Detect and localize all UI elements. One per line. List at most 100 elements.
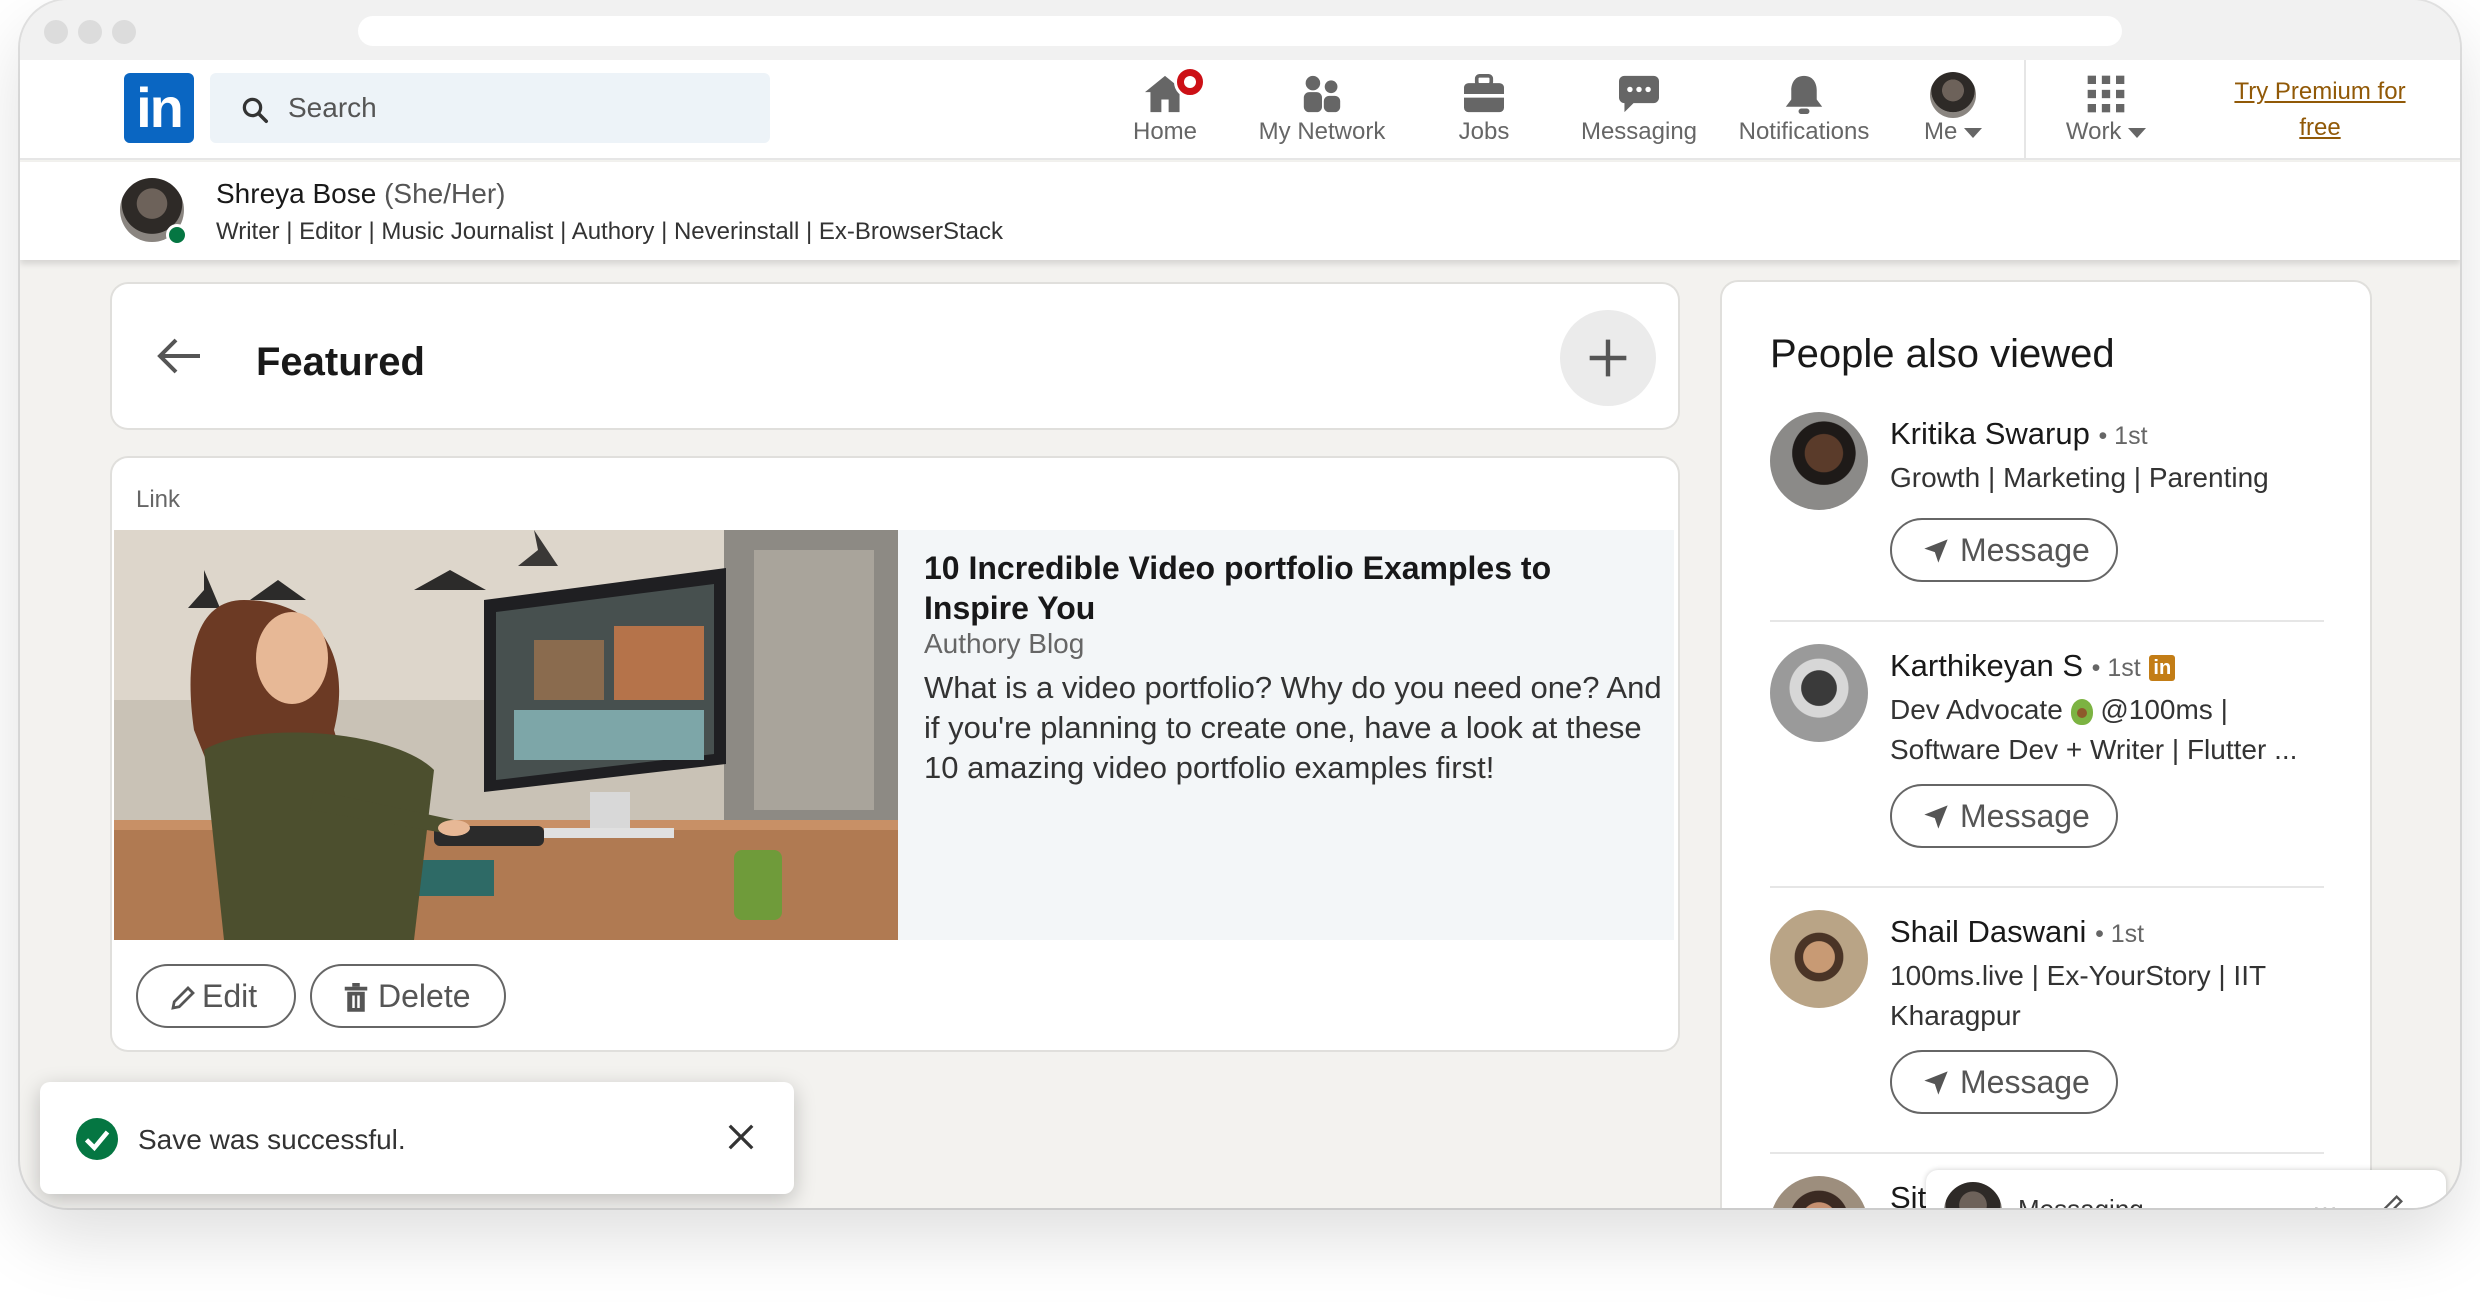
nav-divider — [2024, 60, 2026, 160]
avatar — [1930, 72, 1976, 118]
linkedin-premium-icon: in — [2149, 654, 2176, 681]
person-card: Kritika Swarup • 1st Growth | Marketing … — [1770, 412, 2330, 612]
chevron-down-icon — [1964, 127, 1982, 138]
featured-type-label: Link — [136, 486, 181, 513]
plus-icon — [1589, 339, 1627, 377]
person-headline: 100ms.live | Ex-YourStory | IIT Kharagpu… — [1890, 960, 2266, 1031]
person-name[interactable]: Sit — [1890, 1180, 1926, 1208]
search-icon — [242, 97, 268, 123]
pencil-icon — [171, 986, 195, 1010]
global-nav: in Home My Network Jobs — [20, 60, 2460, 160]
message-label: Message — [1960, 1064, 2090, 1100]
featured-item-card: Link 10 Incredible Video portfolio Examp… — [112, 458, 1678, 1050]
browser-chrome — [20, 0, 2460, 60]
window-close-dot[interactable] — [44, 20, 68, 44]
try-premium-link[interactable]: Try Premium for free — [2190, 74, 2450, 146]
send-icon — [1924, 1071, 1948, 1095]
address-bar[interactable] — [358, 16, 2122, 46]
featured-link-title[interactable]: 10 Incredible Video portfolio Examples t… — [924, 548, 1654, 628]
messaging-icon — [1619, 75, 1659, 113]
person-headline: Growth | Marketing | Parenting — [1890, 462, 2269, 493]
search-input[interactable] — [288, 73, 748, 143]
person-headline: Dev Advocate @100ms | Software Dev + Wri… — [1890, 694, 2298, 765]
avatar[interactable] — [1770, 412, 1868, 510]
people-also-viewed-card: People also viewed Kritika Swarup • 1st … — [1722, 282, 2370, 1208]
divider — [1770, 620, 2324, 622]
linkedin-logo-icon[interactable]: in — [124, 73, 194, 143]
divider — [1770, 1152, 2324, 1154]
nav-item-messaging[interactable]: Messaging — [1564, 68, 1714, 156]
back-arrow-icon[interactable] — [156, 336, 204, 376]
chevron-down-icon — [2128, 127, 2147, 138]
nav-item-notifications[interactable]: Notifications — [1724, 68, 1884, 156]
profile-name: Shreya Bose (She/Her) — [216, 178, 506, 209]
success-check-icon — [76, 1118, 118, 1160]
delete-button[interactable]: Delete — [310, 964, 506, 1028]
online-status-dot — [166, 224, 188, 246]
nav-label-jobs: Jobs — [1458, 118, 1510, 145]
profile-sticky-bar: Shreya Bose (She/Her) Writer | Editor | … — [20, 162, 2460, 260]
featured-link-preview[interactable]: 10 Incredible Video portfolio Examples t… — [114, 530, 1674, 940]
messaging-dock[interactable]: Messaging ··· — [1926, 1170, 2446, 1208]
divider — [1770, 886, 2324, 888]
window-minimize-dot[interactable] — [78, 20, 102, 44]
my-network-icon — [1303, 75, 1341, 113]
avatar[interactable] — [1770, 644, 1868, 742]
grid-icon — [2087, 75, 2125, 113]
person-name[interactable]: Shail Daswani • 1st — [1890, 914, 2144, 950]
delete-label: Delete — [378, 978, 471, 1014]
featured-title: Featured — [256, 340, 425, 384]
success-toast: Save was successful. — [40, 1082, 794, 1194]
person-card: Shail Daswani • 1st 100ms.live | Ex-Your… — [1770, 910, 2330, 1120]
profile-headline: Writer | Editor | Music Journalist | Aut… — [216, 218, 1003, 245]
bell-icon — [1785, 75, 1823, 114]
nav-item-me[interactable]: Me — [1908, 68, 1998, 156]
people-also-viewed-title: People also viewed — [1770, 332, 2115, 376]
nav-label-me: Me — [1908, 118, 1998, 146]
connection-degree: • 1st — [2091, 654, 2141, 682]
toast-message: Save was successful. — [138, 1124, 406, 1155]
more-options-icon[interactable]: ··· — [2312, 1192, 2338, 1208]
nav-label-work: Work — [2046, 118, 2166, 146]
featured-link-source: Authory Blog — [924, 628, 1085, 659]
nav-label-notifications: Notifications — [1738, 118, 1870, 145]
premium-line-2: free — [2299, 114, 2341, 141]
message-button[interactable]: Message — [1890, 1050, 2118, 1114]
edit-button[interactable]: Edit — [136, 964, 296, 1028]
avatar[interactable] — [1770, 910, 1868, 1008]
trash-icon — [344, 983, 368, 1012]
nav-item-work[interactable]: Work — [2046, 68, 2166, 156]
message-button[interactable]: Message — [1890, 784, 2118, 848]
search-box[interactable] — [210, 73, 770, 143]
person-card: Karthikeyan S • 1st in Dev Advocate @100… — [1770, 644, 2330, 854]
browser-window: in Home My Network Jobs — [20, 0, 2460, 1208]
profile-pronouns: (She/Her) — [384, 178, 506, 209]
window-maximize-dot[interactable] — [112, 20, 136, 44]
avocado-icon — [2070, 698, 2093, 725]
message-button[interactable]: Message — [1890, 518, 2118, 582]
message-label: Message — [1960, 798, 2090, 834]
compose-icon[interactable] — [2378, 1192, 2406, 1208]
send-icon — [1924, 805, 1948, 829]
nav-label-messaging: Messaging — [1580, 118, 1698, 145]
edit-label: Edit — [202, 978, 258, 1014]
avatar[interactable] — [1770, 1176, 1868, 1208]
featured-thumbnail-image — [114, 530, 898, 940]
home-notification-badge — [1174, 66, 1206, 98]
nav-item-home[interactable]: Home — [1110, 66, 1220, 156]
nav-item-my-network[interactable]: My Network — [1242, 68, 1402, 156]
nav-label-my-network: My Network — [1258, 118, 1386, 145]
person-name[interactable]: Karthikeyan S • 1st in — [1890, 648, 2176, 684]
premium-line-1: Try Premium for — [2234, 78, 2406, 105]
add-featured-button[interactable] — [1560, 310, 1656, 406]
nav-label-home: Home — [1132, 118, 1198, 145]
nav-item-jobs[interactable]: Jobs — [1434, 68, 1534, 156]
messaging-dock-label: Messaging — [2018, 1194, 2144, 1208]
connection-degree: • 1st — [2095, 920, 2145, 948]
connection-degree: • 1st — [2098, 422, 2148, 450]
featured-header-card: Featured — [112, 284, 1678, 428]
person-name[interactable]: Kritika Swarup • 1st — [1890, 416, 2148, 452]
close-icon[interactable] — [726, 1122, 756, 1152]
featured-link-description: What is a video portfolio? Why do you ne… — [924, 670, 1662, 785]
avatar — [1944, 1182, 2002, 1208]
